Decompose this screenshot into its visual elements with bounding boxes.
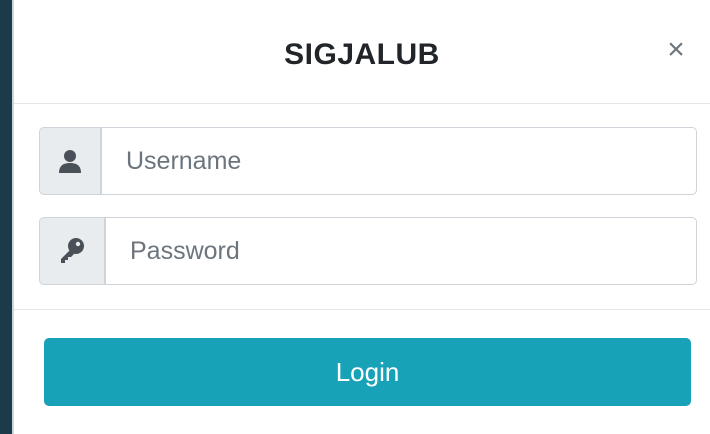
- username-addon: [39, 127, 101, 195]
- username-input[interactable]: [101, 127, 697, 195]
- login-modal: SIGJALUB × Login: [12, 0, 710, 434]
- close-button[interactable]: ×: [662, 34, 690, 66]
- login-button[interactable]: Login: [44, 338, 691, 406]
- password-input-group: [39, 217, 697, 285]
- modal-body: [14, 104, 710, 310]
- password-addon: [39, 217, 105, 285]
- key-icon: [61, 238, 84, 263]
- modal-footer: Login: [14, 310, 710, 434]
- password-input[interactable]: [105, 217, 697, 285]
- username-input-group: [39, 127, 697, 195]
- modal-title: SIGJALUB: [284, 38, 440, 71]
- page-backdrop: [0, 0, 12, 434]
- modal-header: SIGJALUB ×: [14, 0, 710, 104]
- user-icon: [59, 150, 81, 173]
